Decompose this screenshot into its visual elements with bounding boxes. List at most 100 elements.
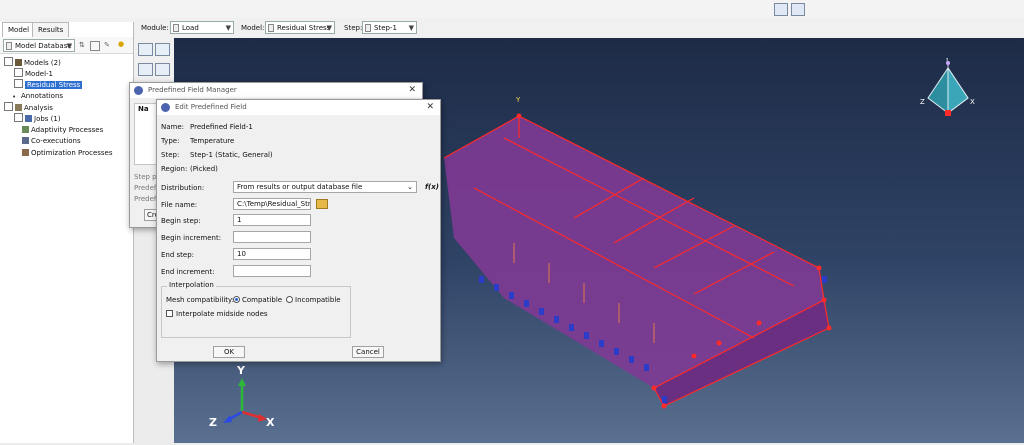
tree-item-annotations[interactable]: • Annotations xyxy=(12,91,63,101)
distribution-value: From results or output database file xyxy=(237,183,363,191)
name-value: Predefined Field-1 xyxy=(190,123,253,131)
fx-button[interactable]: f(x) xyxy=(425,183,439,191)
edit-title-bar: Edit Predefined Field ✕ xyxy=(157,100,440,115)
expand-icon xyxy=(14,113,23,122)
end-increment-input[interactable] xyxy=(233,265,311,277)
interpolation-title: Interpolation xyxy=(167,281,216,289)
close-icon[interactable]: ✕ xyxy=(426,100,434,115)
begin-increment-label: Begin increment: xyxy=(161,234,222,242)
tree-item-optimization[interactable]: Optimization Processes xyxy=(22,148,113,158)
sort-icon[interactable]: ⇅ xyxy=(79,41,87,49)
tree-item-analysis[interactable]: Analysis xyxy=(4,102,53,113)
toolbar-icon-a[interactable] xyxy=(774,3,788,16)
chevron-down-icon: ⌄ xyxy=(407,183,413,191)
abaqus-icon xyxy=(161,103,170,112)
model-value: Residual Stress xyxy=(277,24,331,32)
analysis-icon xyxy=(15,104,22,111)
step-info-value: Step-1 (Static, General) xyxy=(190,151,273,159)
toolbar-icon-b[interactable] xyxy=(791,3,805,16)
end-increment-label: End increment: xyxy=(161,268,215,276)
tree-item-residual-stress[interactable]: Residual Stress xyxy=(14,79,83,90)
optimization-icon xyxy=(22,149,29,156)
module-label: Module: xyxy=(141,24,169,32)
manager-title: Predefined Field Manager xyxy=(148,86,237,94)
tree-item-adaptivity[interactable]: Adaptivity Processes xyxy=(22,125,103,135)
load-manager-icon[interactable] xyxy=(138,43,153,56)
region-value: (Picked) xyxy=(190,165,218,173)
file-name-input[interactable]: C:\Temp\Residual_Stre xyxy=(233,198,311,210)
cancel-button[interactable]: Cancel xyxy=(352,346,384,358)
begin-step-input[interactable]: 1 xyxy=(233,214,311,226)
spin-icon xyxy=(268,24,274,32)
tab-model[interactable]: Model xyxy=(2,22,36,37)
top-strip xyxy=(0,0,1024,19)
region-label: Region: xyxy=(161,165,188,173)
model-combo[interactable]: Residual Stress ▼ xyxy=(265,21,335,34)
models-icon xyxy=(15,59,22,66)
begin-step-label: Begin step: xyxy=(161,217,201,225)
load-table-icon[interactable] xyxy=(155,43,170,56)
end-step-input[interactable]: 10 xyxy=(233,248,311,260)
step-combo[interactable]: Step-1 ▼ xyxy=(362,21,417,34)
lightbulb-icon[interactable]: ● xyxy=(118,40,126,48)
view-cube[interactable]: Y X Z xyxy=(918,58,978,128)
distribution-select[interactable]: From results or output database file ⌄ xyxy=(233,181,417,193)
folder-open-icon[interactable] xyxy=(316,199,328,209)
abaqus-icon xyxy=(134,86,143,95)
tree-item-co-executions[interactable]: Co-executions xyxy=(22,136,81,146)
ok-button[interactable]: OK xyxy=(213,346,245,358)
co-execution-icon xyxy=(22,137,29,144)
compatible-radio[interactable]: Compatible xyxy=(233,296,282,304)
tree-item-models[interactable]: Models (2) xyxy=(4,57,61,68)
chevron-down-icon: ▼ xyxy=(225,24,231,32)
manager-column-header: Na xyxy=(138,105,149,113)
cube-z-label: Z xyxy=(920,98,925,106)
adaptivity-icon xyxy=(22,126,29,133)
toolbox xyxy=(134,38,174,88)
step-info-label: Step: xyxy=(161,151,180,159)
top-toolbar-icons xyxy=(774,3,808,16)
tree-item-jobs[interactable]: Jobs (1) xyxy=(14,113,61,124)
spin-icon xyxy=(365,24,371,32)
triad-x-label: X xyxy=(266,416,275,429)
close-icon[interactable]: ✕ xyxy=(408,83,416,98)
expand-icon xyxy=(4,102,13,111)
tab-results[interactable]: Results xyxy=(32,22,70,37)
radio-checked-icon xyxy=(233,296,240,303)
step-label: Step: xyxy=(344,24,363,32)
module-value: Load xyxy=(182,24,199,32)
chevron-down-icon: ▼ xyxy=(66,42,72,50)
name-label: Name: xyxy=(161,123,185,131)
triad-y-label: Y xyxy=(236,364,246,377)
incompatible-radio[interactable]: Incompatible xyxy=(286,296,341,304)
database-value: Model Database xyxy=(15,42,72,50)
cube-y-label: Y xyxy=(944,58,950,63)
tree-item-model-1[interactable]: Model-1 xyxy=(14,68,53,79)
module-combo[interactable]: Load ▼ xyxy=(170,21,234,34)
bc-manager-icon[interactable] xyxy=(138,63,153,76)
tree-toolbar: Model Database ▼ ⇅ ✎ ● xyxy=(0,37,133,54)
bc-table-icon[interactable] xyxy=(155,63,170,76)
cube-x-label: X xyxy=(970,98,975,106)
triad-z-label: Z xyxy=(209,416,217,429)
chevron-down-icon: ▼ xyxy=(326,24,332,32)
chevron-down-icon: ▼ xyxy=(408,24,414,32)
spin-icon xyxy=(173,24,179,32)
checkbox-icon xyxy=(166,310,173,317)
folder-icon[interactable] xyxy=(90,41,100,51)
file-name-label: File name: xyxy=(161,201,198,209)
expand-icon xyxy=(14,79,23,88)
type-value: Temperature xyxy=(190,137,235,145)
manager-side-label: Predefi xyxy=(134,184,159,192)
expand-icon xyxy=(14,68,23,77)
database-combo[interactable]: Model Database ▼ xyxy=(3,39,75,52)
annotation-icon: • xyxy=(12,93,17,101)
end-step-label: End step: xyxy=(161,251,195,259)
axis-triad: Y X Z xyxy=(209,364,275,429)
mesh-compat-label: Mesh compatibility: xyxy=(166,296,235,304)
edit-predefined-field-dialog: Edit Predefined Field ✕ Name: Predefined… xyxy=(156,99,441,362)
filter-icon[interactable]: ✎ xyxy=(104,41,112,49)
begin-increment-input[interactable] xyxy=(233,231,311,243)
expand-icon xyxy=(4,57,13,66)
midside-checkbox[interactable]: Interpolate midside nodes xyxy=(166,310,268,318)
